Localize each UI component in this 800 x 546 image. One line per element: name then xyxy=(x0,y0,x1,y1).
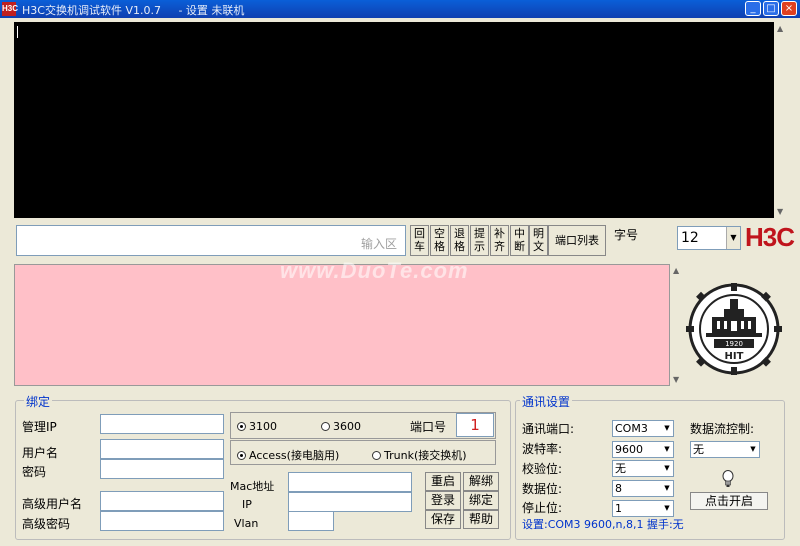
radio-selected-icon xyxy=(237,451,246,460)
settings-status: 设置:COM3 9600,n,8,1 握手:无 xyxy=(522,518,684,531)
chevron-down-icon[interactable]: ▼ xyxy=(661,481,673,496)
unbind-button[interactable]: 解绑 xyxy=(463,472,499,491)
stopbits-label: 停止位: xyxy=(522,501,563,515)
text-cursor xyxy=(17,26,18,38)
terminal-scrollbar[interactable]: ▲ ▼ xyxy=(774,22,788,218)
password-input[interactable] xyxy=(100,459,224,479)
flow-control-label: 数据流控制: xyxy=(690,422,755,436)
minimize-button[interactable]: _ xyxy=(745,1,761,16)
scroll-up-icon[interactable]: ▲ xyxy=(673,266,679,275)
mac-label: Mac地址 xyxy=(230,480,275,493)
scroll-down-icon[interactable]: ▼ xyxy=(777,207,783,216)
comm-port-select[interactable]: COM3 ▼ xyxy=(612,420,674,437)
chevron-down-icon[interactable]: ▼ xyxy=(661,501,673,516)
radio-trunk[interactable]: Trunk(接交换机) xyxy=(372,447,467,463)
maximize-button[interactable]: □ xyxy=(763,1,779,16)
save-button[interactable]: 保存 xyxy=(425,510,461,529)
bind-button[interactable]: 绑定 xyxy=(463,491,499,510)
baud-label: 波特率: xyxy=(522,442,563,456)
baud-select[interactable]: 9600 ▼ xyxy=(612,441,674,458)
username-label: 用户名 xyxy=(22,446,59,460)
radio-3100[interactable]: 3100 xyxy=(237,420,277,433)
watermark: www.DuoTe.com xyxy=(280,258,469,283)
adv-username-label: 高级用户名 xyxy=(22,497,83,511)
parity-label: 校验位: xyxy=(522,462,563,476)
binding-group-title: 绑定 xyxy=(24,393,53,410)
restart-button[interactable]: 重启 xyxy=(425,472,461,491)
databits-label: 数据位: xyxy=(522,482,563,496)
lightbulb-icon xyxy=(722,470,734,487)
mac-input[interactable] xyxy=(288,472,412,492)
command-input[interactable]: 输入区 xyxy=(16,225,406,256)
ip-label: IP xyxy=(242,498,252,511)
start-button[interactable]: 点击开启 xyxy=(690,492,768,510)
close-button[interactable]: × xyxy=(781,1,797,16)
chevron-down-icon[interactable]: ▼ xyxy=(747,442,759,457)
font-size-label: 字号 xyxy=(614,228,639,242)
manage-ip-input[interactable] xyxy=(100,414,224,434)
port-number-label: 端口号 xyxy=(410,420,447,434)
databits-select[interactable]: 8 ▼ xyxy=(612,480,674,497)
scroll-down-icon[interactable]: ▼ xyxy=(673,375,679,384)
help-button[interactable]: 帮助 xyxy=(463,510,499,529)
radio-empty-icon xyxy=(372,451,381,460)
comm-group-title: 通讯设置 xyxy=(520,393,573,410)
stopbits-select[interactable]: 1 ▼ xyxy=(612,500,674,517)
info-scrollbar[interactable]: ▲ ▼ xyxy=(672,264,684,386)
comm-port-label: 通讯端口: xyxy=(522,422,575,436)
space-button[interactable]: 空格 xyxy=(430,225,449,256)
chevron-down-icon[interactable]: ▼ xyxy=(726,227,740,249)
port-number-input[interactable]: 1 xyxy=(456,413,494,437)
emblem-year: 1920 xyxy=(725,340,743,348)
hint-button[interactable]: 提示 xyxy=(470,225,489,256)
hit-emblem-icon: 1920 HIT xyxy=(686,283,782,375)
app-icon: H3C xyxy=(2,2,18,16)
login-button[interactable]: 登录 xyxy=(425,491,461,510)
title-bar: H3C H3C交换机调试软件 V1.0.7 - 设置 未联机 _ □ × xyxy=(0,0,800,18)
adv-password-input[interactable] xyxy=(100,511,224,531)
adv-password-label: 高级密码 xyxy=(22,517,71,531)
radio-empty-icon xyxy=(321,422,330,431)
font-size-select[interactable]: 12 ▼ xyxy=(677,226,741,250)
manage-ip-label: 管理IP xyxy=(22,420,57,434)
radio-3600[interactable]: 3600 xyxy=(321,420,361,433)
parity-select[interactable]: 无 ▼ xyxy=(612,460,674,477)
scroll-up-icon[interactable]: ▲ xyxy=(777,24,783,33)
adv-username-input[interactable] xyxy=(100,491,224,511)
complete-button[interactable]: 补齐 xyxy=(490,225,509,256)
interrupt-button[interactable]: 中断 xyxy=(510,225,529,256)
plaintext-button[interactable]: 明文 xyxy=(529,225,548,256)
emblem-abbr: HIT xyxy=(725,351,744,362)
backspace-button[interactable]: 退格 xyxy=(450,225,469,256)
chevron-down-icon[interactable]: ▼ xyxy=(661,421,673,436)
port-list-button[interactable]: 端口列表 xyxy=(548,225,606,256)
username-input[interactable] xyxy=(100,439,224,459)
flow-control-select[interactable]: 无 ▼ xyxy=(690,441,760,458)
chevron-down-icon[interactable]: ▼ xyxy=(661,461,673,476)
chevron-down-icon[interactable]: ▼ xyxy=(661,442,673,457)
password-label: 密码 xyxy=(22,465,47,479)
window-title: H3C交换机调试软件 V1.0.7 - 设置 未联机 xyxy=(22,4,245,17)
h3c-logo: H3C xyxy=(745,222,795,252)
vlan-input[interactable] xyxy=(288,511,334,531)
vlan-label: Vlan xyxy=(234,517,259,530)
ip-input[interactable] xyxy=(288,492,412,512)
radio-selected-icon xyxy=(237,422,246,431)
enter-button[interactable]: 回车 xyxy=(410,225,429,256)
terminal-output[interactable] xyxy=(14,22,774,218)
radio-access[interactable]: Access(接电脑用) xyxy=(237,447,339,463)
input-hint: 输入区 xyxy=(360,237,397,251)
